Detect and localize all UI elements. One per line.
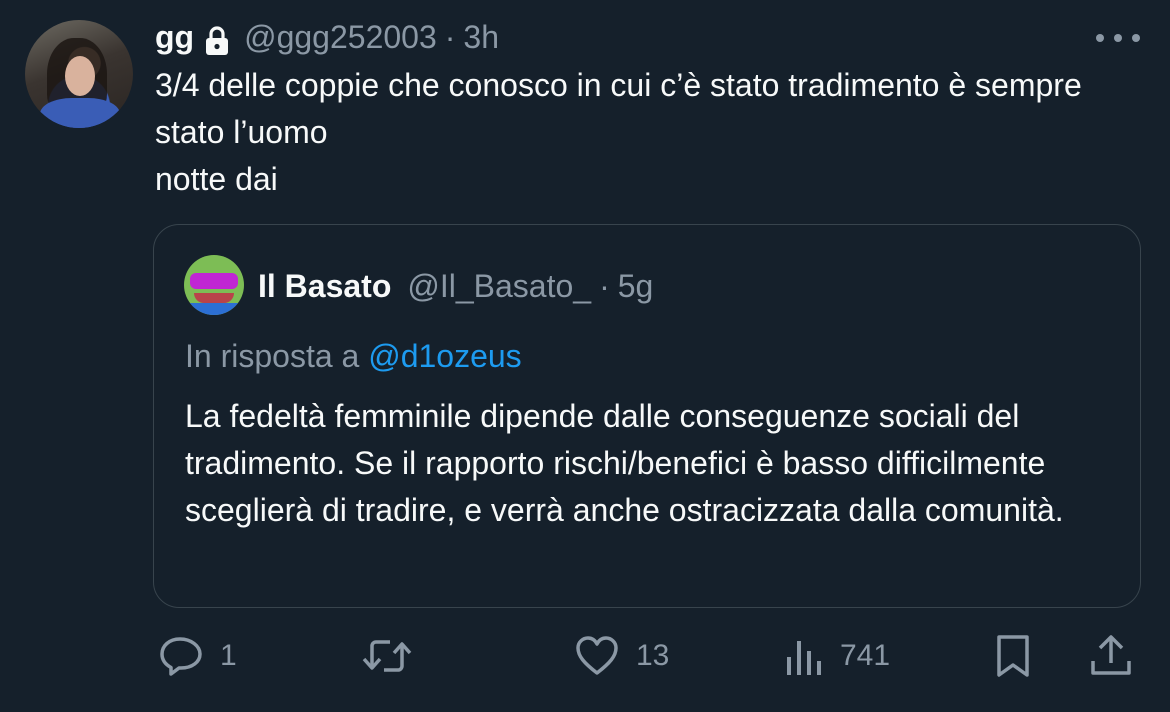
more-icon[interactable] [1096,22,1140,54]
lock-icon [204,22,230,55]
more-dot [1096,34,1104,42]
author-name[interactable]: gg [155,14,194,60]
bookmark-icon [994,633,1032,679]
quoted-tweet-header: Il Basato @Il_Basato_ · 5g [258,263,653,309]
avatar-shirt [40,98,120,128]
avatar-mouth [194,293,234,303]
tweet-time[interactable]: 3h [463,14,499,60]
more-dot [1114,34,1122,42]
reply-mention-link[interactable]: @d1ozeus [368,338,521,374]
avatar-face [65,56,95,96]
heart-icon [574,635,620,677]
retweet-button[interactable] [360,628,414,684]
author-avatar[interactable] [25,20,133,128]
action-bar: 1 13 741 [0,628,1170,684]
avatar-glasses [190,273,238,289]
share-icon [1088,633,1134,679]
quoted-author-handle[interactable]: @Il_Basato_ [407,268,591,304]
like-count: 13 [636,639,670,672]
author-handle[interactable]: @ggg252003 [244,14,437,60]
views-icon [784,635,824,677]
reply-icon [158,635,204,677]
header-separator: · [444,19,456,55]
quoted-author-name[interactable]: Il Basato [258,268,391,304]
like-button[interactable]: 13 [574,628,669,684]
reply-button[interactable]: 1 [158,628,237,684]
avatar-shirt [184,303,244,315]
tweet-text: 3/4 delle coppie che conosco in cui c’è … [155,67,1082,197]
quoted-header-separator: · [599,268,610,304]
reply-count: 1 [220,639,237,672]
quoted-author-avatar[interactable] [184,255,244,315]
share-button[interactable] [1088,628,1134,684]
more-dot [1132,34,1140,42]
quoted-tweet-text: La fedeltà femminile dipende dalle conse… [185,398,1064,528]
reply-prefix: In risposta a [185,338,360,374]
retweet-icon [360,634,414,678]
views-count: 741 [840,639,891,672]
reply-context: In risposta a @d1ozeus [185,333,522,379]
quoted-tweet-time[interactable]: 5g [618,268,654,304]
bookmark-button[interactable] [994,628,1032,684]
views-button[interactable]: 741 [784,628,890,684]
tweet-header: gg @ggg252003 · 3h [155,14,499,60]
quoted-tweet-card[interactable]: Il Basato @Il_Basato_ · 5g In risposta a @d… [153,224,1141,608]
